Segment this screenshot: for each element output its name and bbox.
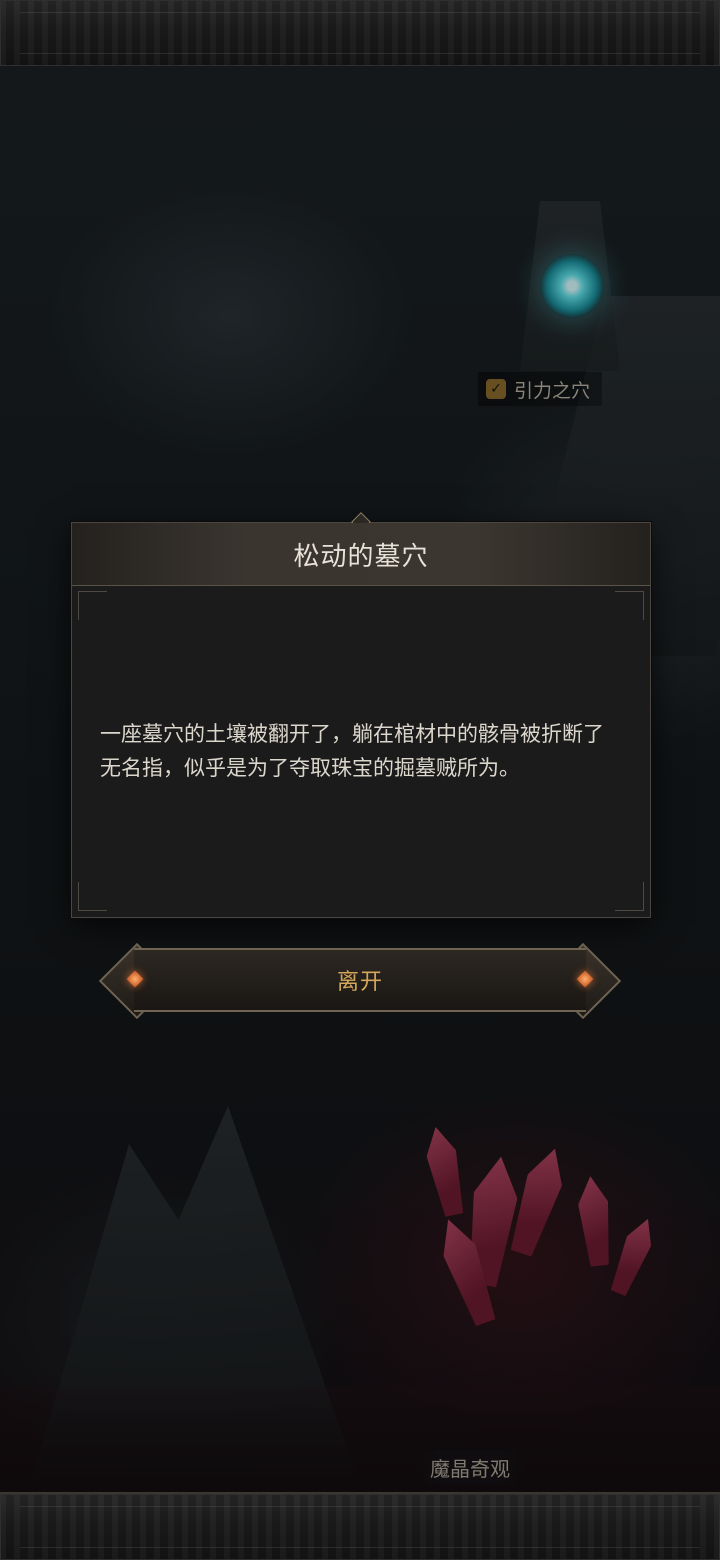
corner-ornament — [78, 591, 107, 620]
dialog-header: 松动的墓穴 — [72, 523, 650, 586]
top-ornamental-frame — [0, 0, 720, 68]
frame-motif — [20, 1506, 700, 1548]
corner-ornament — [615, 882, 644, 911]
leave-button-label: 离开 — [336, 970, 383, 995]
corner-ornament — [615, 591, 644, 620]
leave-button[interactable]: 离开 — [98, 942, 622, 1020]
dialog-body-text: 一座墓穴的土壤被翻开了，躺在棺材中的骸骨被折断了无名指，似乎是为了夺取珠宝的掘墓… — [100, 722, 604, 780]
game-screen: ✓ 引力之穴 魔晶奇观 松动的墓穴 一座墓穴的土壤被翻开了，躺在棺材中的骸骨被折… — [0, 0, 720, 1560]
dialog-title: 松动的墓穴 — [293, 541, 429, 572]
event-dialog: 松动的墓穴 一座墓穴的土壤被翻开了，躺在棺材中的骸骨被折断了无名指，似乎是为了夺… — [71, 512, 651, 918]
corner-ornament — [78, 882, 107, 911]
bottom-ornamental-frame — [0, 1492, 720, 1560]
frame-motif — [20, 12, 700, 54]
